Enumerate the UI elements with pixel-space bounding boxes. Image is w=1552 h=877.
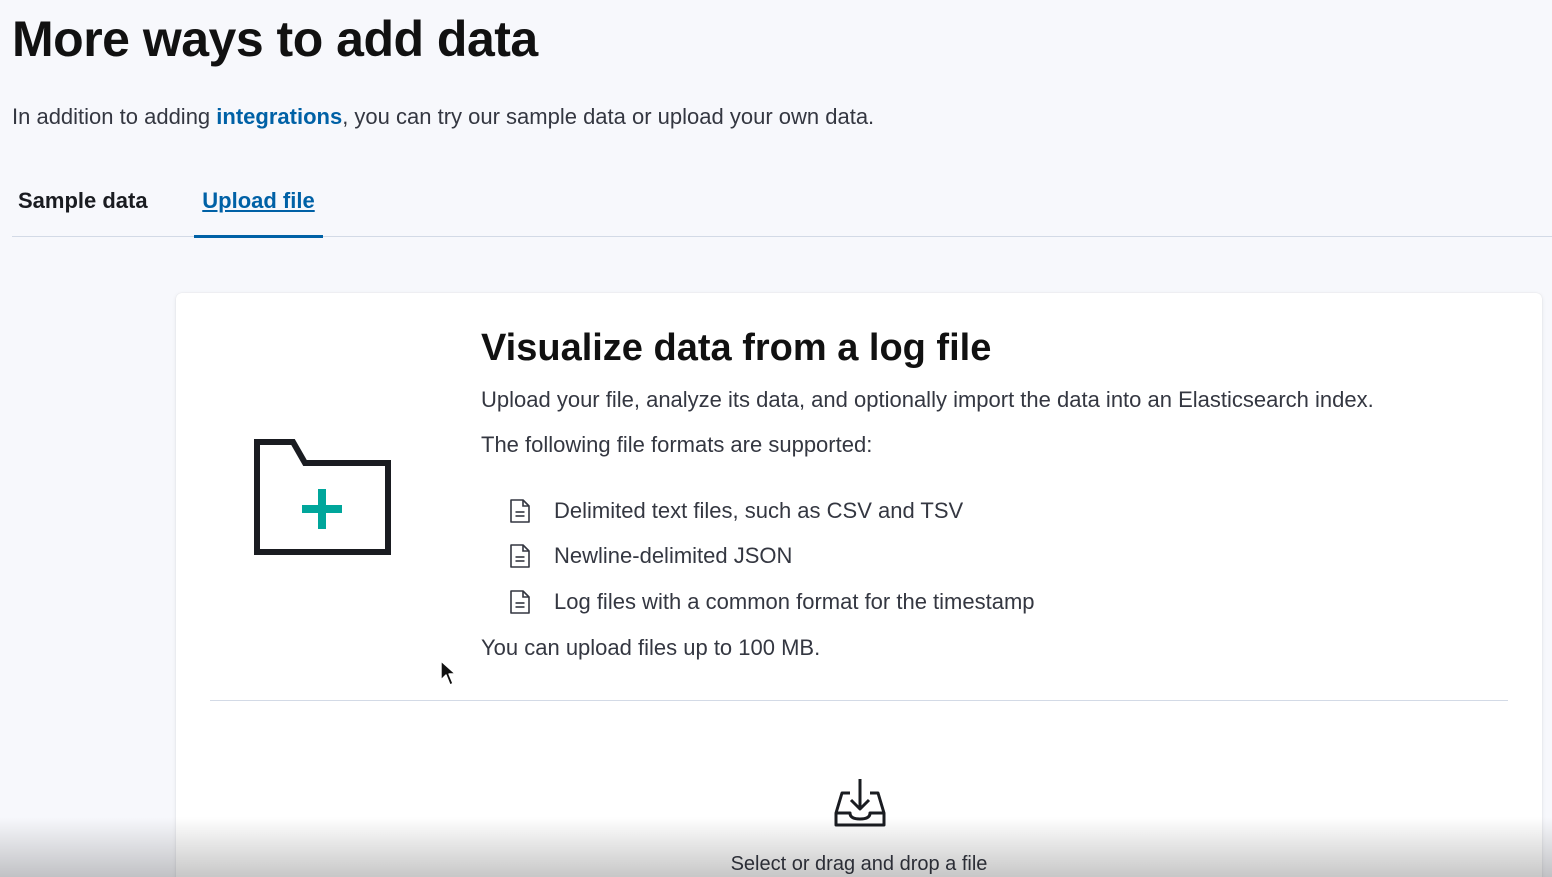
- dropzone-label[interactable]: Select or drag and drop a file: [176, 853, 1542, 876]
- tab-sample-data[interactable]: Sample data: [18, 180, 148, 237]
- tab-bar: Sample data Upload file: [12, 180, 1552, 238]
- card-description: Upload your file, analyze its data, and …: [481, 387, 1374, 412]
- tab-upload-file[interactable]: Upload file: [194, 180, 323, 238]
- intro-text-before: In addition to adding: [12, 104, 217, 129]
- formats-list: Delimited text files, such as CSV and TS…: [508, 488, 1035, 625]
- integrations-link[interactable]: integrations: [216, 104, 342, 129]
- page: More ways to add data In addition to add…: [0, 0, 1552, 877]
- format-label: Log files with a common format for the t…: [554, 588, 1035, 614]
- formats-intro: The following file formats are supported…: [481, 432, 873, 457]
- document-icon: [510, 544, 530, 569]
- document-icon: [510, 589, 530, 614]
- intro-text-after: , you can try our sample data or upload …: [342, 104, 875, 129]
- document-icon: [510, 498, 530, 523]
- size-limit-note: You can upload files up to 100 MB.: [481, 635, 821, 660]
- upload-tray-icon[interactable]: [832, 777, 888, 829]
- page-title: More ways to add data: [12, 11, 538, 67]
- list-item: Log files with a common format for the t…: [508, 579, 1035, 625]
- format-label: Delimited text files, such as CSV and TS…: [554, 497, 964, 523]
- intro-text: In addition to adding integrations, you …: [12, 104, 874, 130]
- divider: [210, 700, 1508, 701]
- list-item: Newline-delimited JSON: [508, 534, 1035, 580]
- mouse-cursor-icon: [440, 660, 457, 686]
- format-label: Newline-delimited JSON: [554, 543, 793, 569]
- list-item: Delimited text files, such as CSV and TS…: [508, 488, 1035, 534]
- upload-card: Visualize data from a log file Upload yo…: [176, 293, 1542, 877]
- card-title: Visualize data from a log file: [481, 327, 992, 369]
- folder-add-icon: [254, 439, 391, 555]
